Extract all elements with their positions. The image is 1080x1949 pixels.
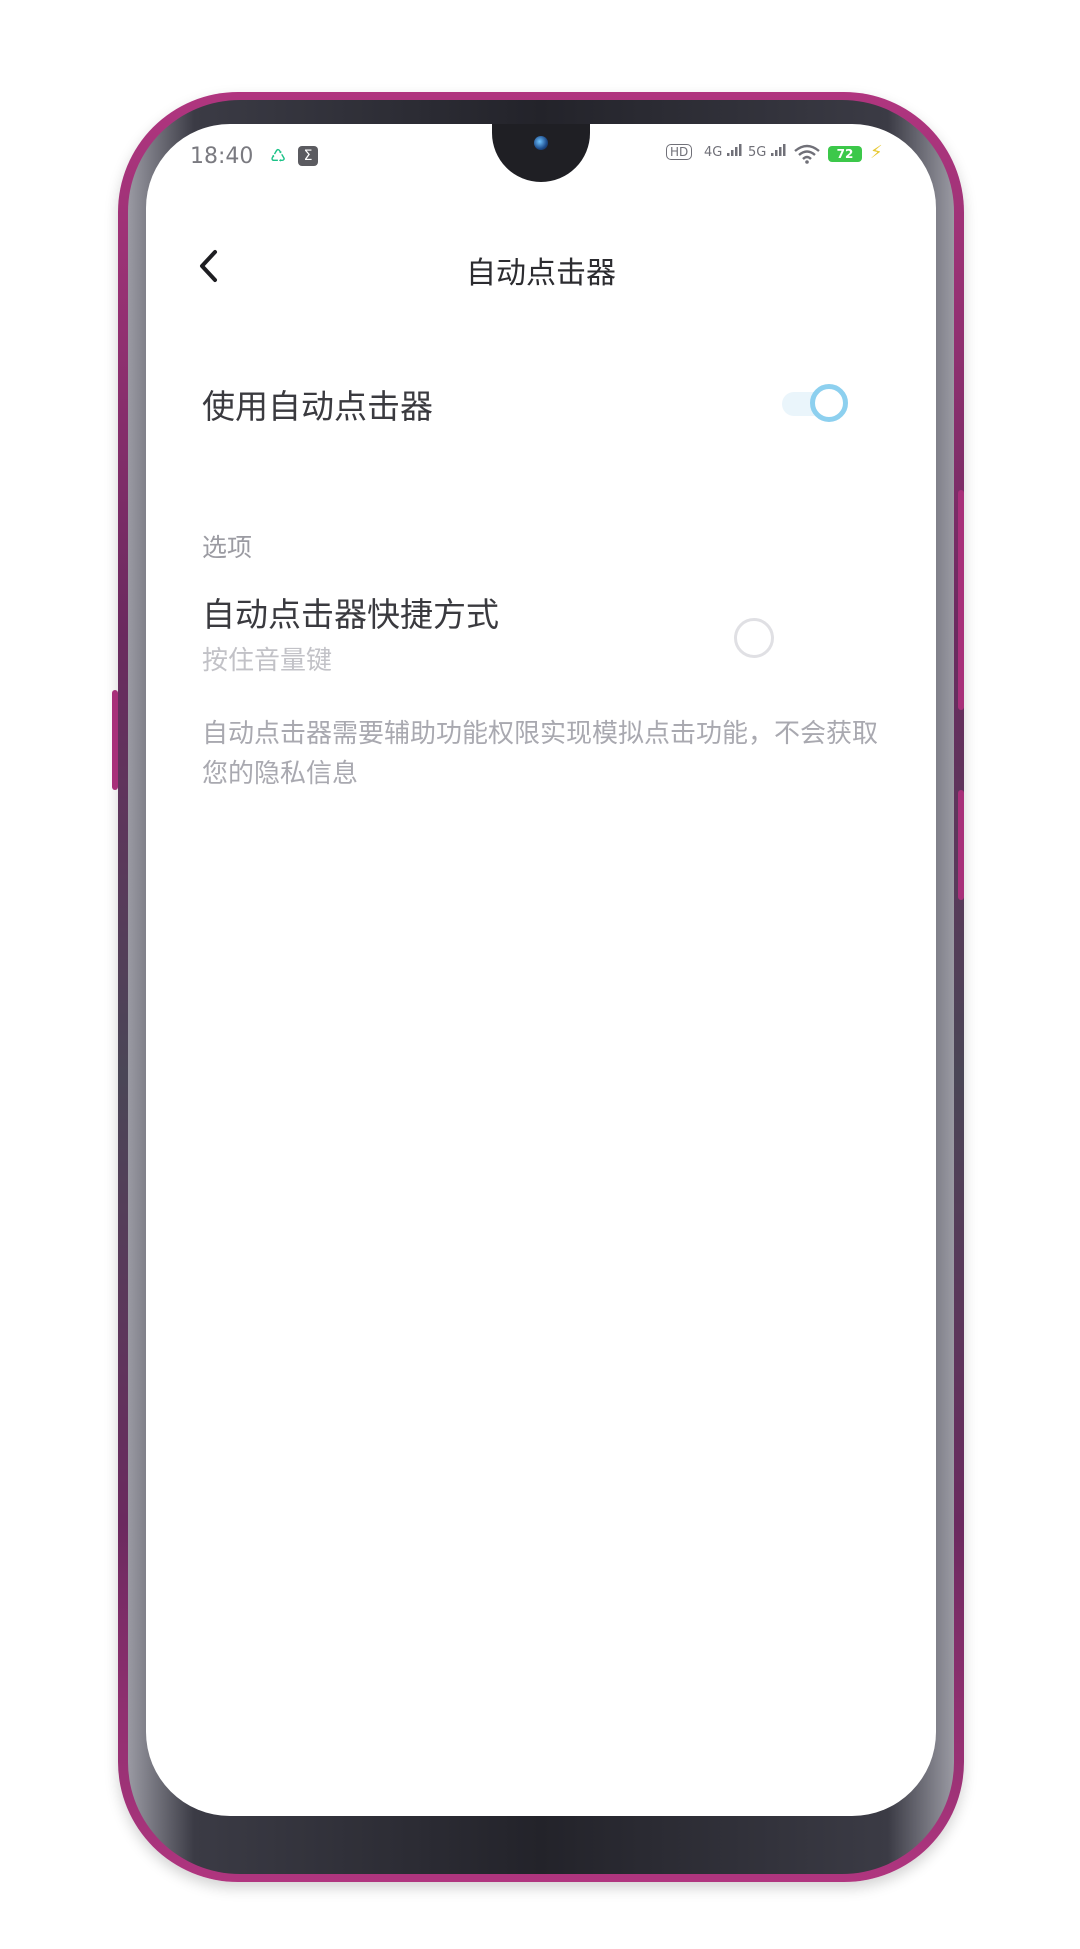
recycle-app-icon: ♺ — [270, 146, 287, 167]
signal-bars-icon — [770, 144, 785, 156]
hd-voice-icon: HD — [666, 144, 693, 160]
status-bar: 18:40 ♺ Σ HD 4G 5G 72 ⚡ — [146, 124, 936, 194]
options-section-header: 选项 — [202, 533, 253, 562]
device-stage: 18:40 ♺ Σ HD 4G 5G 72 ⚡ 自动点击器 使用自动点击器 选项… — [0, 0, 1080, 1949]
battery-icon: 72 — [828, 146, 862, 162]
sigma-app-icon: Σ — [298, 146, 318, 166]
shortcut-radio[interactable] — [734, 618, 774, 658]
page-title: 自动点击器 — [466, 256, 616, 291]
permission-description: 自动点击器需要辅助功能权限实现模拟点击功能，不会获取您的隐私信息 — [202, 719, 879, 789]
shortcut-subtitle: 按住音量键 — [202, 646, 333, 676]
network-label-5g: 5G — [748, 145, 767, 160]
volume-button — [112, 690, 118, 790]
toggle-knob — [810, 384, 848, 422]
charging-icon: ⚡ — [870, 142, 883, 163]
use-autoclicker-toggle[interactable] — [782, 384, 848, 422]
power-button-lower — [958, 790, 964, 900]
phone-screen: 18:40 ♺ Σ HD 4G 5G 72 ⚡ 自动点击器 使用自动点击器 选项… — [146, 124, 936, 1816]
use-autoclicker-label: 使用自动点击器 — [202, 387, 433, 426]
status-time: 18:40 — [190, 144, 254, 169]
shortcut-title: 自动点击器快捷方式 — [202, 595, 499, 634]
network-label-4g: 4G — [704, 145, 723, 160]
signal-5g-icon: 5G — [748, 144, 787, 160]
wifi-icon — [794, 144, 820, 164]
signal-bars-icon — [726, 144, 741, 156]
use-autoclicker-row[interactable]: 使用自动点击器 — [202, 368, 902, 438]
status-icons: HD 4G 5G 72 ⚡ — [666, 142, 896, 168]
shortcut-row[interactable]: 自动点击器快捷方式 按住音量键 — [202, 588, 902, 688]
power-button-upper — [958, 490, 964, 710]
signal-4g-icon: 4G — [704, 144, 743, 160]
